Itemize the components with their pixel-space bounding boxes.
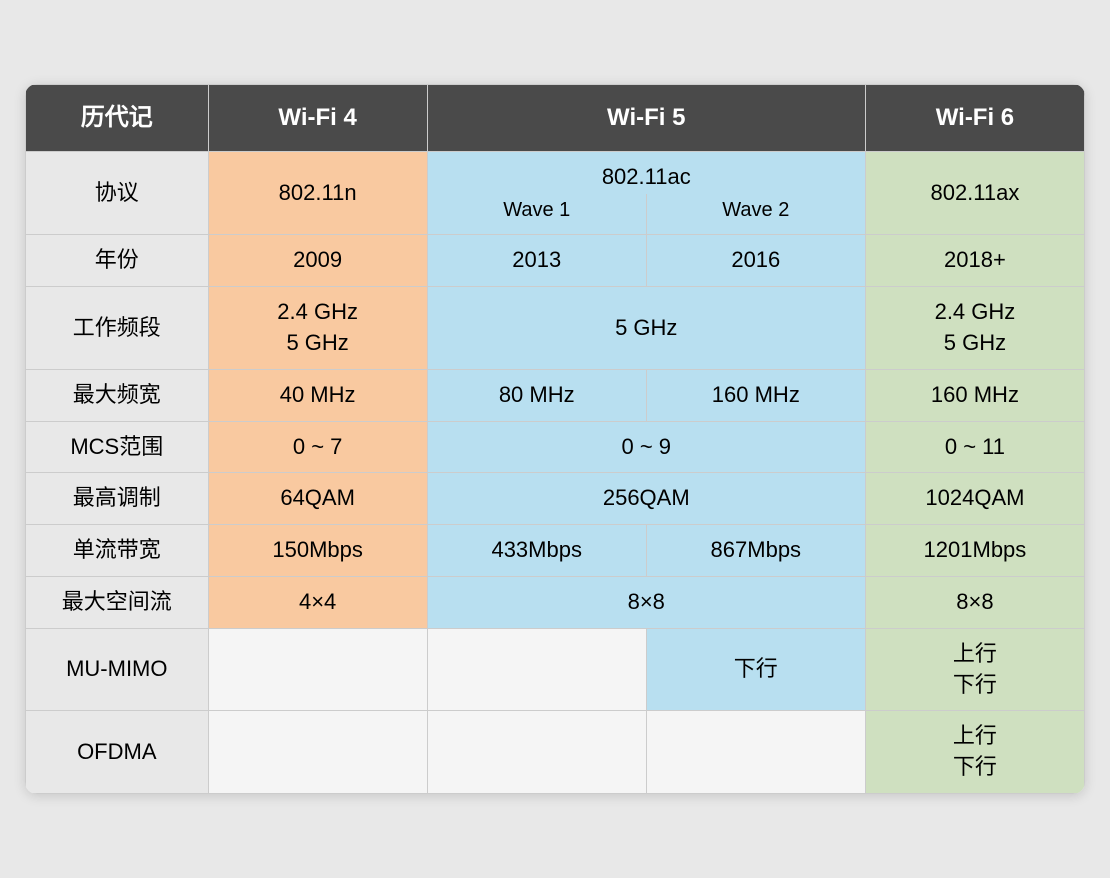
mu-mimo-wifi6: 上行 下行 (865, 628, 1084, 711)
spatial-streams-label: 最大空间流 (26, 576, 209, 628)
year-wave2: 2016 (646, 235, 865, 287)
single-stream-wifi6: 1201Mbps (865, 525, 1084, 577)
mu-mimo-wave1 (427, 628, 646, 711)
spatial-streams-wifi5: 8×8 (427, 576, 865, 628)
freq-wifi5: 5 GHz (427, 287, 865, 370)
freq-row: 工作频段 2.4 GHz 5 GHz 5 GHz 2.4 GHz 5 GHz (26, 287, 1085, 370)
mu-mimo-wifi4 (208, 628, 427, 711)
freq-label: 工作频段 (26, 287, 209, 370)
protocol-wave2: Wave 2 (646, 194, 865, 235)
spatial-streams-row: 最大空间流 4×4 8×8 8×8 (26, 576, 1085, 628)
table-header: 历代记 Wi-Fi 4 Wi-Fi 5 Wi-Fi 6 (26, 85, 1085, 152)
protocol-row-top: 协议 802.11n 802.11ac 802.11ax (26, 151, 1085, 194)
header-label: 历代记 (26, 85, 209, 152)
mcs-wifi5: 0 ~ 9 (427, 421, 865, 473)
bandwidth-label: 最大频宽 (26, 369, 209, 421)
single-stream-wifi4: 150Mbps (208, 525, 427, 577)
modulation-wifi4: 64QAM (208, 473, 427, 525)
single-stream-row: 单流带宽 150Mbps 433Mbps 867Mbps 1201Mbps (26, 525, 1085, 577)
bandwidth-row: 最大频宽 40 MHz 80 MHz 160 MHz 160 MHz (26, 369, 1085, 421)
modulation-wifi6: 1024QAM (865, 473, 1084, 525)
protocol-wifi6: 802.11ax (865, 151, 1084, 235)
mu-mimo-row: MU-MIMO 下行 上行 下行 (26, 628, 1085, 711)
protocol-label: 协议 (26, 151, 209, 235)
modulation-wifi5: 256QAM (427, 473, 865, 525)
comparison-table: 历代记 Wi-Fi 4 Wi-Fi 5 Wi-Fi 6 协议 802.11n 8… (25, 84, 1085, 794)
ofdma-label: OFDMA (26, 711, 209, 794)
ofdma-wifi6: 上行 下行 (865, 711, 1084, 794)
ofdma-row: OFDMA 上行 下行 (26, 711, 1085, 794)
protocol-wifi5-ac: 802.11ac (427, 151, 865, 194)
bandwidth-wifi6: 160 MHz (865, 369, 1084, 421)
year-label: 年份 (26, 235, 209, 287)
bandwidth-wave2: 160 MHz (646, 369, 865, 421)
year-wifi4: 2009 (208, 235, 427, 287)
spatial-streams-wifi4: 4×4 (208, 576, 427, 628)
modulation-label: 最高调制 (26, 473, 209, 525)
mcs-wifi6: 0 ~ 11 (865, 421, 1084, 473)
ofdma-wave2 (646, 711, 865, 794)
protocol-wifi4: 802.11n (208, 151, 427, 235)
header-wifi5: Wi-Fi 5 (427, 85, 865, 152)
modulation-row: 最高调制 64QAM 256QAM 1024QAM (26, 473, 1085, 525)
single-stream-label: 单流带宽 (26, 525, 209, 577)
single-stream-wave1: 433Mbps (427, 525, 646, 577)
mcs-wifi4: 0 ~ 7 (208, 421, 427, 473)
bandwidth-wave1: 80 MHz (427, 369, 646, 421)
mu-mimo-wave2: 下行 (646, 628, 865, 711)
single-stream-wave2: 867Mbps (646, 525, 865, 577)
year-row: 年份 2009 2013 2016 2018+ (26, 235, 1085, 287)
mcs-row: MCS范围 0 ~ 7 0 ~ 9 0 ~ 11 (26, 421, 1085, 473)
spatial-streams-wifi6: 8×8 (865, 576, 1084, 628)
protocol-wave1: Wave 1 (427, 194, 646, 235)
freq-wifi4: 2.4 GHz 5 GHz (208, 287, 427, 370)
ofdma-wave1 (427, 711, 646, 794)
mu-mimo-label: MU-MIMO (26, 628, 209, 711)
bandwidth-wifi4: 40 MHz (208, 369, 427, 421)
header-wifi4: Wi-Fi 4 (208, 85, 427, 152)
year-wave1: 2013 (427, 235, 646, 287)
mcs-label: MCS范围 (26, 421, 209, 473)
header-wifi6: Wi-Fi 6 (865, 85, 1084, 152)
freq-wifi6: 2.4 GHz 5 GHz (865, 287, 1084, 370)
year-wifi6: 2018+ (865, 235, 1084, 287)
ofdma-wifi4 (208, 711, 427, 794)
